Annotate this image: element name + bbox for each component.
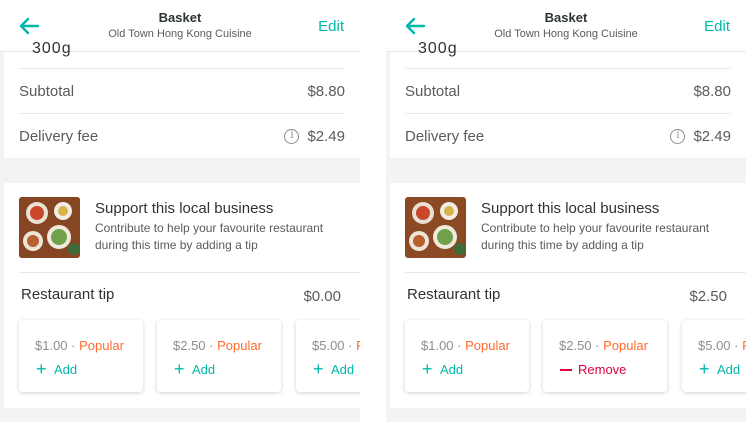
tip-option-3[interactable]: $5.00 · P + Add [682,320,746,392]
subtotal-label: Subtotal [19,82,75,100]
support-card: Support this local business Contribute t… [390,183,746,408]
restaurant-tip-amount: $0.00 [303,288,341,305]
remove-label: Remove [578,362,627,377]
subtotal-row: Subtotal $8.80 [19,68,345,113]
tip-option-price: $5.00 · [312,338,357,353]
delivery-fee-row: Delivery fee i $2.49 [405,113,731,158]
popular-label: Popular [465,338,510,353]
info-icon[interactable]: i [284,128,300,144]
order-summary: 300g Subtotal $8.80 Delivery fee i $2.49 [390,40,746,158]
subtotal-label: Subtotal [405,82,461,100]
edit-button[interactable]: Edit [318,18,344,35]
tip-option-2[interactable]: $2.50 · Popular Remove [543,320,667,392]
restaurant-tip-label: Restaurant tip [21,286,115,303]
support-description: Contribute to help your favourite restau… [95,221,324,252]
popular-label: P [742,338,746,353]
cutoff-item-text: 300g [418,40,458,57]
popular-label: P [356,338,360,353]
screen-gap [360,0,386,422]
delivery-fee-label: Delivery fee [405,127,485,145]
tip-option-price: $5.00 · [698,338,743,353]
add-tip-button[interactable]: + Add [422,359,464,379]
tip-option-price: $1.00 · [35,338,80,353]
basket-screen-before: Basket Old Town Hong Kong Cuisine Edit 3… [0,0,360,422]
tip-option-price: $2.50 · [559,338,604,353]
add-label: Add [440,362,464,377]
add-tip-button[interactable]: + Add [174,359,216,379]
restaurant-tip-label: Restaurant tip [407,286,501,303]
tip-option-3[interactable]: $5.00 · P + Add [296,320,360,392]
popular-label: Popular [217,338,262,353]
support-title: Support this local business [481,200,660,217]
delivery-fee-row: Delivery fee i $2.49 [19,113,345,158]
plus-icon: + [422,359,433,379]
cutoff-item-text: 300g [32,40,72,57]
add-label: Add [717,362,741,377]
popular-label: Popular [79,338,124,353]
order-summary: 300g Subtotal $8.80 Delivery fee i $2.49 [4,40,360,158]
subtotal-value: $8.80 [307,82,345,100]
page-title: Basket [158,10,202,25]
restaurant-tip-amount: $2.50 [689,288,727,305]
support-description: Contribute to help your favourite restau… [481,221,710,252]
remove-tip-button[interactable]: Remove [560,362,626,377]
plus-icon: + [699,359,710,379]
basket-screen-after: Basket Old Town Hong Kong Cuisine Edit 3… [386,0,746,422]
add-tip-button[interactable]: + Add [313,359,355,379]
add-tip-button[interactable]: + Add [36,359,78,379]
popular-label: Popular [603,338,648,353]
plus-icon: + [313,359,324,379]
restaurant-food-image [405,197,466,258]
info-icon[interactable]: i [670,128,686,144]
tip-option-1[interactable]: $1.00 · Popular + Add [405,320,529,392]
add-label: Add [331,362,355,377]
add-tip-button[interactable]: + Add [699,359,741,379]
restaurant-food-image [19,197,80,258]
tip-option-price: $2.50 · [173,338,218,353]
delivery-fee-label: Delivery fee [19,127,99,145]
support-card: Support this local business Contribute t… [4,183,360,408]
subtotal-row: Subtotal $8.80 [405,68,731,113]
screens-container: Basket Old Town Hong Kong Cuisine Edit 3… [0,0,750,422]
subtotal-value: $8.80 [693,82,731,100]
delivery-fee-value: $2.49 [307,127,345,145]
edit-button[interactable]: Edit [704,18,730,35]
divider [405,272,746,273]
plus-icon: + [36,359,47,379]
tip-option-2[interactable]: $2.50 · Popular + Add [157,320,281,392]
divider [19,272,360,273]
add-label: Add [192,362,216,377]
restaurant-name: Old Town Hong Kong Cuisine [494,28,638,40]
minus-icon [560,368,572,371]
tip-option-1[interactable]: $1.00 · Popular + Add [19,320,143,392]
support-title: Support this local business [95,200,274,217]
restaurant-name: Old Town Hong Kong Cuisine [108,28,252,40]
page-title: Basket [544,10,588,25]
plus-icon: + [174,359,185,379]
add-label: Add [54,362,78,377]
delivery-fee-value: $2.49 [693,127,731,145]
tip-option-price: $1.00 · [421,338,466,353]
